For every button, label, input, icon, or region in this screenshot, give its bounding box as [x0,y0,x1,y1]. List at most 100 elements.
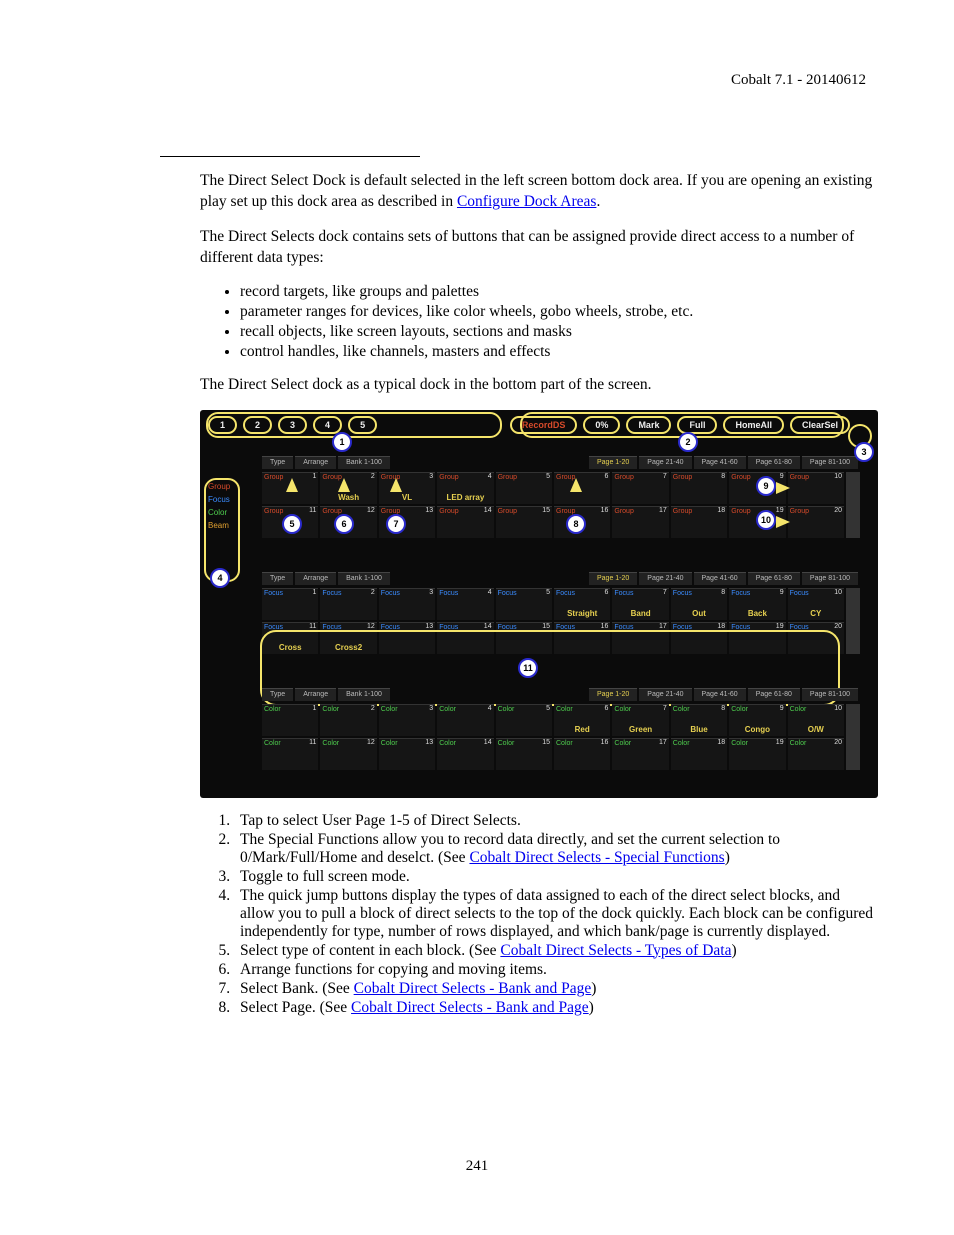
ds-cell[interactable]: Color15 [496,738,552,770]
block-scroll[interactable] [846,472,860,538]
tab-3[interactable]: 3 [278,416,307,434]
ds-cell[interactable]: Focus4 [437,588,493,620]
ds-cell[interactable]: Color10O/W [788,704,844,736]
inline-link[interactable]: Cobalt Direct Selects - Special Function… [469,849,724,866]
ds-cell[interactable]: Color5 [496,704,552,736]
tab-4[interactable]: 4 [313,416,342,434]
link-configure-dock-areas[interactable]: Configure Dock Areas [457,193,596,210]
block-header-button[interactable]: Page 61-80 [748,688,800,701]
block-header-button[interactable]: Page 61-80 [748,572,800,585]
ds-cell[interactable]: Focus1 [262,588,318,620]
bullet-list: record targets, like groups and palettes… [240,283,874,361]
ds-cell[interactable]: Focus2 [320,588,376,620]
ds-cell[interactable]: Group20 [788,506,844,538]
ds-cell[interactable]: Color3 [379,704,435,736]
block-header-button[interactable]: Page 41-60 [694,688,746,701]
inline-link[interactable]: Cobalt Direct Selects - Types of Data [500,942,731,959]
block-header-button[interactable]: Bank 1-100 [338,572,390,585]
ds-cell[interactable]: Focus5 [496,588,552,620]
block-scroll[interactable] [846,588,860,654]
list-item: Tap to select User Page 1-5 of Direct Se… [234,812,874,830]
ds-cell[interactable]: Focus8Out [671,588,727,620]
ds-cell[interactable]: Color2 [320,704,376,736]
callout-2: 2 [678,432,698,452]
fn-zero[interactable]: 0% [583,416,620,434]
ds-cell[interactable]: Group7 [612,472,668,504]
ds-cell[interactable]: Color14 [437,738,493,770]
doc-header: Cobalt 7.1 - 20140612 [731,72,866,89]
block-header-button[interactable]: Page 81-100 [802,572,858,585]
ds-cell[interactable]: Color12 [320,738,376,770]
callout-7: 7 [386,514,406,534]
block-header-button[interactable]: Page 41-60 [694,456,746,469]
ds-cell[interactable]: Focus10CY [788,588,844,620]
ds-cell[interactable]: Color7Green [612,704,668,736]
block-header-button[interactable]: Page 61-80 [748,456,800,469]
ds-cell[interactable]: Color4 [437,704,493,736]
ds-cell[interactable]: Color16 [554,738,610,770]
text: . [596,193,600,210]
ds-cell[interactable]: Color19 [729,738,785,770]
block-header-button[interactable]: Page 21-40 [639,572,691,585]
block-header-button[interactable]: Page 81-100 [802,688,858,701]
ds-cell[interactable]: Group10 [788,472,844,504]
ds-cell[interactable]: Group18 [671,506,727,538]
ds-cell[interactable]: Color6Red [554,704,610,736]
ds-cell[interactable]: Group6 [554,472,610,504]
fn-record[interactable]: RecordDS [510,416,578,434]
block-header-button[interactable]: Arrange [295,572,336,585]
inline-link[interactable]: Cobalt Direct Selects - Bank and Page [354,980,592,997]
bullet-item: control handles, like channels, masters … [240,343,874,361]
block-header-button[interactable]: Bank 1-100 [338,688,390,701]
block-scroll[interactable] [846,704,860,770]
fn-mark[interactable]: Mark [626,416,671,434]
ds-cell[interactable]: Group15 [496,506,552,538]
inline-link[interactable]: Cobalt Direct Selects - Bank and Page [351,999,589,1016]
ds-cell[interactable]: Group8 [671,472,727,504]
ds-cell[interactable]: Group5 [496,472,552,504]
tab-5[interactable]: 5 [348,416,377,434]
block-header-button[interactable]: Type [262,456,293,469]
ds-cell[interactable]: Color18 [671,738,727,770]
quickjump-group[interactable]: Group [208,480,248,493]
ds-cell[interactable]: Group3VL [379,472,435,504]
ds-cell[interactable]: Color8Blue [671,704,727,736]
block-header-button[interactable]: Page 21-40 [639,456,691,469]
tab-1[interactable]: 1 [208,416,237,434]
fn-full[interactable]: Full [677,416,717,434]
ds-cell[interactable]: Focus3 [379,588,435,620]
block-header-button[interactable]: Type [262,688,293,701]
block-header-button[interactable]: Arrange [295,456,336,469]
ds-cell[interactable]: Group4LED array [437,472,493,504]
block-header-button[interactable]: Bank 1-100 [338,456,390,469]
quickjump-beam[interactable]: Beam [208,519,248,532]
ds-cell[interactable]: Focus6Straight [554,588,610,620]
ds-cell[interactable]: Color20 [788,738,844,770]
ds-cell[interactable]: Color9Congo [729,704,785,736]
quickjump-color[interactable]: Color [208,506,248,519]
ds-cell[interactable]: Group14 [437,506,493,538]
block-header-button[interactable]: Page 41-60 [694,572,746,585]
tab-2[interactable]: 2 [243,416,272,434]
fn-clearsel[interactable]: ClearSel [790,416,850,434]
block-header-button[interactable]: Page 81-100 [802,456,858,469]
block-header-button[interactable]: Page 21-40 [639,688,691,701]
ds-cell[interactable]: Focus7Band [612,588,668,620]
block-header-button[interactable]: Page 1-20 [589,688,637,701]
ds-cell[interactable]: Color13 [379,738,435,770]
block-header-button[interactable]: Page 1-20 [589,456,637,469]
ds-cell[interactable]: Group17 [612,506,668,538]
ds-cell[interactable]: Color1 [262,704,318,736]
ds-cell[interactable]: Color11 [262,738,318,770]
block-header-button[interactable]: Type [262,572,293,585]
fn-homeall[interactable]: HomeAll [723,416,784,434]
callout-8: 8 [566,514,586,534]
callout-4: 4 [210,568,230,588]
block-header-button[interactable]: Arrange [295,688,336,701]
block-header-button[interactable]: Page 1-20 [589,572,637,585]
arrow-icon [570,478,582,492]
ds-cell[interactable]: Focus9Back [729,588,785,620]
ds-cell[interactable]: Color17 [612,738,668,770]
quickjump-focus[interactable]: Focus [208,493,248,506]
numbered-list: Tap to select User Page 1-5 of Direct Se… [234,812,874,1017]
